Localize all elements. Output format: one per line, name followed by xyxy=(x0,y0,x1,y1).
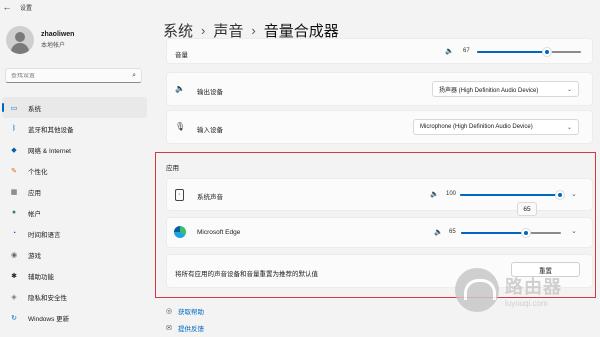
sidebar-item[interactable]: ◔ 时间和语言 xyxy=(2,223,147,244)
slider-fill xyxy=(461,232,526,234)
apps-icon: ▦ xyxy=(10,188,18,196)
monitor-icon: ▭ xyxy=(10,104,18,112)
title-bar: ← 设置 xyxy=(0,0,600,14)
globe-clock-icon: ◔ xyxy=(11,230,17,237)
volume-tooltip: 65 xyxy=(517,202,537,216)
breadcrumb-separator: › xyxy=(251,23,256,38)
output-device-card: 🔈 输出设备 扬声器 (High Definition Audio Device… xyxy=(166,72,593,106)
sidebar-item[interactable]: ▦ 应用 xyxy=(2,181,147,202)
speaker-icon[interactable]: 🔈 xyxy=(430,190,439,198)
sidebar-item[interactable]: ◈ 隐私和安全性 xyxy=(2,286,147,307)
window-title: 设置 xyxy=(20,5,33,12)
input-device-card: 🎙 输入设备 Microphone (High Definition Audio… xyxy=(166,110,593,144)
chevron-down-icon[interactable]: ⌄ xyxy=(571,190,577,198)
app-volume-value: 100 xyxy=(446,191,457,197)
master-volume-value: 67 xyxy=(463,48,470,54)
sidebar-item[interactable]: ● 帐户 xyxy=(2,202,147,223)
update-icon: ↻ xyxy=(11,314,17,322)
sidebar-item-label: 辅助功能 xyxy=(28,273,54,281)
gamepad-icon: ◉ xyxy=(10,251,18,259)
app-name: 系统声音 xyxy=(197,194,223,201)
sidebar-item-label: 帐户 xyxy=(28,210,41,218)
sidebar-item[interactable]: ◉ 游戏 xyxy=(2,244,147,265)
sidebar-item-label: 网络 & Internet xyxy=(28,147,71,155)
app-volume-slider[interactable] xyxy=(461,228,561,238)
account-type: 本地帐户 xyxy=(41,43,66,49)
sidebar-item[interactable]: ✱ 辅助功能 xyxy=(2,265,147,286)
sidebar-item-label: 个性化 xyxy=(28,168,48,176)
input-device-dropdown[interactable]: Microphone (High Definition Audio Device… xyxy=(413,119,579,135)
brush-icon: ✎ xyxy=(11,167,17,175)
microphone-icon: 🎙 xyxy=(175,122,186,131)
sidebar-item[interactable]: ◆ 网络 & Internet xyxy=(2,139,147,160)
nav-list: ▭ 系统 ᛒ 蓝牙和其他设备 ◆ 网络 & Internet ✎ 个性化 ▦ 应用 ● 帐户 ◔ 时间和语… xyxy=(2,97,147,328)
input-device-label: 输入设备 xyxy=(197,127,223,134)
watermark: 路由器 luyouqi.com xyxy=(455,268,562,312)
slider-fill xyxy=(460,194,560,196)
sidebar-item[interactable]: ᛒ 蓝牙和其他设备 xyxy=(2,118,147,139)
sidebar-item[interactable]: ↻ Windows 更新 xyxy=(2,307,147,328)
app-volume-slider[interactable] xyxy=(460,190,565,200)
slider-fill xyxy=(477,51,547,53)
breadcrumb-separator: › xyxy=(201,23,206,38)
chevron-down-icon[interactable]: ⌄ xyxy=(571,227,577,235)
chevron-down-icon: ⌄ xyxy=(566,124,572,131)
speaker-device-icon: ◦ xyxy=(175,189,184,201)
master-volume-label: 音量 xyxy=(175,52,188,59)
accessibility-icon: ✱ xyxy=(11,272,17,280)
speaker-icon[interactable]: 🔈 xyxy=(434,228,443,236)
input-device-value: Microphone (High Definition Audio Device… xyxy=(420,124,533,130)
bluetooth-icon: ᛒ xyxy=(11,125,17,132)
output-device-dropdown[interactable]: 扬声器 (High Definition Audio Device) ⌄ xyxy=(432,81,579,97)
search-box[interactable]: ⌕ xyxy=(5,68,142,83)
sidebar-item[interactable]: ✎ 个性化 xyxy=(2,160,147,181)
watermark-subtitle: luyouqi.com xyxy=(505,298,548,308)
wifi-icon: ◆ xyxy=(11,146,17,154)
user-name: zhaoliwen xyxy=(41,31,75,38)
avatar xyxy=(6,26,34,54)
app-name: Microsoft Edge xyxy=(197,229,241,236)
sidebar-item-label: 应用 xyxy=(28,189,41,197)
chevron-down-icon: ⌄ xyxy=(566,86,572,93)
router-logo-icon xyxy=(455,268,499,312)
shield-icon: ◈ xyxy=(11,293,17,301)
feedback-label: 提供反馈 xyxy=(178,326,204,333)
speaker-icon[interactable]: 🔈 xyxy=(445,47,454,55)
slider-thumb[interactable] xyxy=(555,190,565,200)
feedback-link[interactable]: ✉ 提供反馈 xyxy=(166,323,204,333)
app-volume-value: 65 xyxy=(449,229,456,235)
output-device-value: 扬声器 (High Definition Audio Device) xyxy=(439,87,539,94)
search-icon[interactable]: ⌕ xyxy=(132,72,136,80)
output-device-label: 输出设备 xyxy=(197,89,223,96)
feedback-icon: ✉ xyxy=(166,325,172,332)
sidebar-item-label: 隐私和安全性 xyxy=(28,294,67,302)
get-help-link[interactable]: ◎ 获取帮助 xyxy=(166,306,204,316)
help-icon: ◎ xyxy=(166,308,173,315)
sidebar-item-label: 游戏 xyxy=(28,252,41,260)
sidebar-item-label: 系统 xyxy=(28,105,41,113)
back-arrow-icon[interactable]: ← xyxy=(0,2,14,12)
sidebar-item[interactable]: ▭ 系统 xyxy=(2,97,147,118)
slider-thumb[interactable] xyxy=(541,47,552,57)
watermark-title: 路由器 xyxy=(505,276,562,297)
app-volume-row[interactable]: Microsoft Edge 🔈 65 ⌄ xyxy=(166,217,593,248)
master-volume-card: 音量 🔈 67 xyxy=(166,38,593,64)
master-volume-slider[interactable] xyxy=(477,47,581,57)
person-icon: ● xyxy=(11,209,17,216)
search-input[interactable] xyxy=(11,72,133,79)
edge-icon xyxy=(174,226,186,238)
user-profile[interactable]: zhaoliwen 本地帐户 xyxy=(6,26,74,54)
apps-section-title: 应用 xyxy=(166,165,179,172)
speaker-icon: 🔈 xyxy=(175,84,185,93)
slider-thumb[interactable] xyxy=(521,228,531,238)
sidebar-item-label: Windows 更新 xyxy=(28,315,70,323)
sidebar-item-label: 蓝牙和其他设备 xyxy=(28,126,74,134)
reset-description: 将所有应用的声音设备和音量重置为推荐的默认值 xyxy=(175,271,318,278)
sidebar-item-label: 时间和语言 xyxy=(28,231,61,239)
get-help-label: 获取帮助 xyxy=(178,309,204,316)
sidebar: zhaoliwen 本地帐户 ⌕ ▭ 系统 ᛒ 蓝牙和其他设备 ◆ 网络 & Intern… xyxy=(0,14,150,337)
